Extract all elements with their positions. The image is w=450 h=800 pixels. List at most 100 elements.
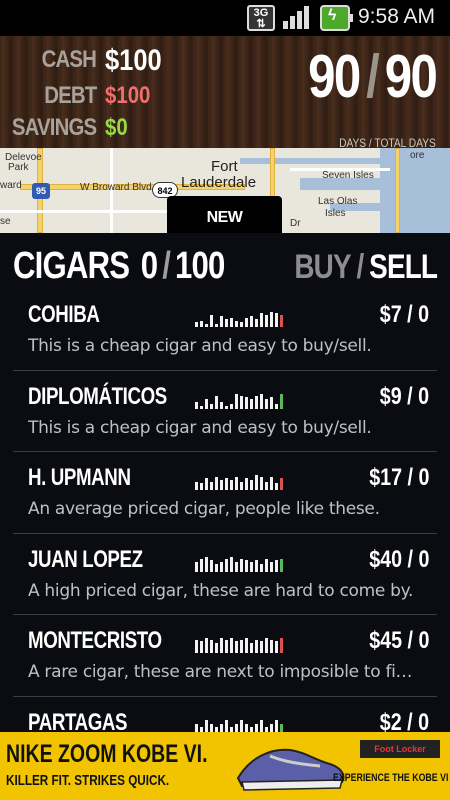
price-trend-sparkline (195, 474, 319, 490)
cigar-price: $40 / 0 (368, 545, 429, 573)
list-item[interactable]: H. UPMANN $17 / 0 An average priced cigar,… (13, 452, 437, 534)
category-heading: CIGARS (13, 245, 130, 287)
sparkline-bar (235, 321, 238, 327)
savings-value: $0 (105, 114, 128, 141)
interstate-shield-icon: 95 (32, 183, 50, 199)
map-label: ward (0, 180, 22, 191)
list-item[interactable]: JUAN LOPEZ $40 / 0 A high priced cigar, th… (13, 534, 437, 615)
sparkline-bar (265, 638, 268, 653)
mode-toggle: BUY / SELL (294, 248, 438, 286)
sparkline-bar (240, 719, 243, 732)
sparkline-bar (200, 321, 203, 327)
cigar-name: JUAN LOPEZ (28, 545, 143, 573)
savings-row: SAVINGS $0 (0, 114, 170, 144)
map-label: se (0, 216, 11, 227)
sparkline-bar (215, 477, 218, 490)
cigar-name: DIPLOMÁTICOS (28, 382, 167, 410)
cigar-description: This is a cheap cigar and easy to buy/se… (28, 417, 372, 438)
cigar-list[interactable]: COHIBA $7 / 0 This is a cheap cigar and ea… (13, 289, 437, 732)
cigar-description: This is a cheap cigar and easy to buy/se… (28, 336, 372, 356)
sparkline-bar (255, 395, 258, 409)
sparkline-bar (210, 482, 213, 490)
sparkline-bar (215, 395, 218, 409)
cigar-price: $2 / 0 (379, 708, 429, 733)
sell-tab[interactable]: SELL (369, 248, 438, 286)
sparkline-bar (270, 640, 273, 653)
sparkline-bar (260, 641, 263, 653)
sparkline-bar (230, 403, 233, 409)
sparkline-bar (210, 559, 213, 572)
sparkline-bar (245, 478, 248, 490)
map-city-label: Lauderdale (181, 174, 257, 191)
price-trend-sparkline (195, 311, 319, 327)
sparkline-bar (220, 480, 223, 490)
sparkline-bar (220, 561, 223, 572)
sparkline-bar (280, 638, 283, 653)
sparkline-bar (225, 319, 228, 327)
sparkline-bar (260, 477, 263, 490)
sparkline-bar (195, 401, 198, 409)
sparkline-bar (195, 322, 198, 327)
sparkline-bar (200, 641, 203, 653)
sparkline-bar (215, 563, 218, 572)
price-trend-sparkline (195, 393, 319, 409)
sparkline-bar (275, 483, 278, 490)
cigar-price: $17 / 0 (368, 464, 429, 491)
sparkline-bar (250, 316, 253, 327)
sparkline-bar (280, 315, 283, 327)
sparkline-bar (225, 719, 228, 732)
debt-value: $100 (105, 82, 151, 109)
network-3g-icon: 3G ⇅ (247, 5, 275, 31)
cash-row: CASH $100 (0, 44, 170, 78)
sparkline-bar (270, 477, 273, 490)
sparkline-bar (200, 483, 203, 490)
sparkline-bar (220, 316, 223, 327)
signal-icon (282, 5, 312, 31)
sparkline-bar (265, 482, 268, 490)
sparkline-bar (255, 475, 258, 490)
sparkline-bar (205, 324, 208, 327)
sparkline-bar (220, 723, 223, 732)
sparkline-bar (250, 480, 253, 490)
sparkline-bar (205, 719, 208, 732)
sparkline-bar (225, 640, 228, 653)
list-item[interactable]: PARTAGAS $2 / 0 (13, 697, 437, 733)
new-location-button[interactable]: NEW LOCATION (167, 196, 282, 270)
sparkline-bar (260, 719, 263, 732)
sparkline-bar (280, 393, 283, 409)
map-city-label: Fort (211, 158, 238, 175)
cigar-price: $9 / 0 (379, 382, 429, 410)
sparkline-bar (250, 643, 253, 653)
buy-tab[interactable]: BUY (294, 248, 351, 286)
owned-count: 0 (140, 245, 158, 287)
sparkline-bar (265, 398, 268, 409)
sparkline-bar (210, 640, 213, 653)
sparkline-bar (210, 403, 213, 409)
ad-banner[interactable]: NIKE ZOOM KOBE VI. KILLER FIT. STRIKES Q… (0, 732, 450, 800)
sparkline-bar (205, 638, 208, 653)
page-title: CIGARS 0/100 (13, 245, 225, 287)
list-item[interactable]: DIPLOMÁTICOS $9 / 0 This is a cheap cigar … (13, 371, 437, 452)
sparkline-bar (240, 558, 243, 572)
sparkline-bar (200, 558, 203, 572)
sparkline-bar (280, 558, 283, 572)
sparkline-bar (280, 723, 283, 732)
sparkline-bar (250, 561, 253, 572)
sparkline-bar (235, 477, 238, 490)
sparkline-bar (240, 482, 243, 490)
sparkline-bar (235, 641, 238, 653)
sparkline-bar (260, 313, 263, 327)
ad-brand-logo: Foot Locker (360, 740, 440, 758)
cigar-name: MONTECRISTO (28, 627, 162, 654)
price-trend-sparkline (195, 719, 319, 732)
sparkline-bar (200, 405, 203, 409)
sparkline-bar (195, 723, 198, 732)
list-item[interactable]: MONTECRISTO $45 / 0 A rare cigar, these ar… (13, 615, 437, 697)
sparkline-bar (255, 319, 258, 327)
price-trend-sparkline (195, 556, 319, 572)
sparkline-bar (240, 395, 243, 409)
battery-charging-icon: ϟ (320, 5, 353, 31)
sparkline-bar (240, 322, 243, 327)
sparkline-bar (210, 723, 213, 732)
list-item[interactable]: COHIBA $7 / 0 This is a cheap cigar and ea… (13, 289, 437, 371)
